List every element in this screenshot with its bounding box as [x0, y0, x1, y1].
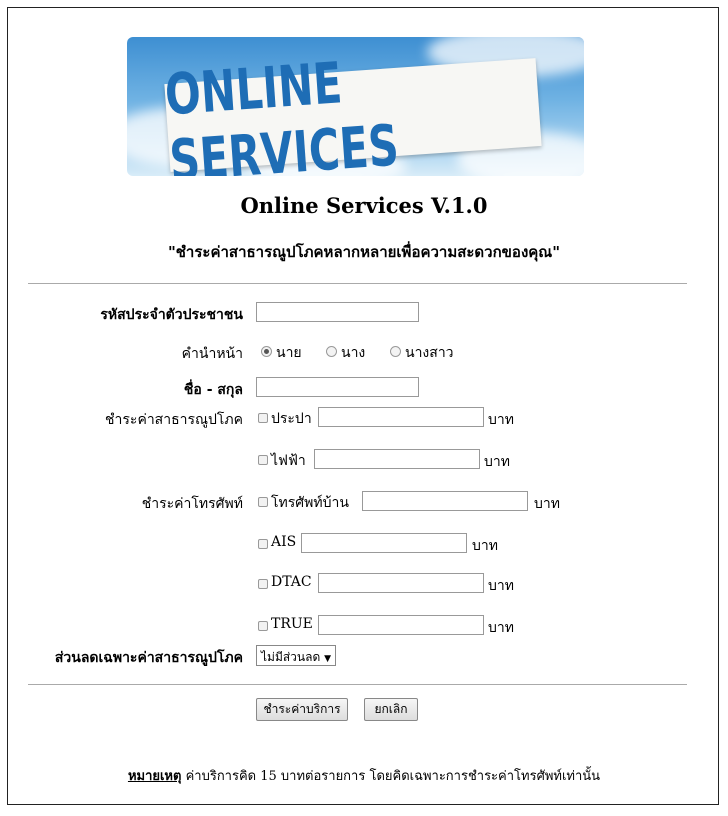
- footnote-text: ค่าบริการคิด 15 บาทต่อรายการ โดยคิดเฉพาะ…: [181, 769, 601, 784]
- banner-sign: ONLINE SERVICES: [163, 50, 542, 176]
- water-checkbox[interactable]: [258, 413, 268, 423]
- true-checkbox[interactable]: [258, 621, 268, 631]
- cancel-button[interactable]: ยกเลิก: [364, 698, 418, 721]
- homephone-input[interactable]: [362, 491, 528, 511]
- true-input[interactable]: [318, 615, 484, 635]
- divider-top: [28, 283, 687, 284]
- electric-checkbox[interactable]: [258, 455, 268, 465]
- water-unit: บาท: [488, 412, 514, 428]
- radio-mr[interactable]: [261, 346, 272, 357]
- id-label: รหัสประจำตัวประชาชน: [100, 307, 243, 323]
- ais-input[interactable]: [301, 533, 467, 553]
- name-input[interactable]: [256, 377, 419, 397]
- discount-select[interactable]: ไม่มีส่วนลด ▼: [256, 645, 337, 666]
- radio-mrs[interactable]: [326, 346, 337, 357]
- id-input[interactable]: [256, 302, 419, 322]
- radio-miss[interactable]: [390, 346, 401, 357]
- electric-input[interactable]: [314, 449, 480, 469]
- true-label: TRUE: [271, 616, 313, 632]
- homephone-label: โทรศัพท์บ้าน: [271, 495, 349, 511]
- ais-unit: บาท: [472, 538, 498, 554]
- homephone-unit: บาท: [534, 496, 560, 512]
- page-title: Online Services V.1.0: [240, 193, 488, 218]
- discount-selected-value: ไม่มีส่วนลด: [261, 650, 321, 664]
- footnote-label: หมายเหตุ: [127, 769, 182, 784]
- dtac-checkbox[interactable]: [258, 579, 268, 589]
- discount-label: ส่วนลดเฉพาะค่าสาธารณูปโภค: [54, 650, 243, 666]
- online-services-banner: ONLINE SERVICES: [127, 37, 584, 176]
- name-label: ชื่อ - สกุล: [183, 382, 243, 398]
- radio-mr-label: นาย: [276, 345, 302, 361]
- water-label: ประปา: [271, 411, 312, 427]
- banner-text: ONLINE SERVICES: [162, 49, 401, 176]
- radio-mrs-label: นาง: [341, 345, 366, 361]
- water-input[interactable]: [318, 407, 484, 427]
- dtac-unit: บาท: [488, 578, 514, 594]
- homephone-checkbox[interactable]: [258, 497, 268, 507]
- dropdown-arrow-icon: ▼: [324, 654, 332, 664]
- dtac-input[interactable]: [318, 573, 484, 593]
- ais-label: AIS: [271, 534, 297, 550]
- divider-bottom: [28, 684, 687, 685]
- utility-label: ชำระค่าสาธารณูปโภค: [105, 412, 243, 428]
- page-slogan: "ชำระค่าสาธารณูปโภคหลากหลายเพื่อความสะดว…: [167, 243, 561, 261]
- phone-label: ชำระค่าโทรศัพท์: [141, 496, 243, 512]
- dtac-label: DTAC: [271, 574, 312, 590]
- radio-miss-label: นางสาว: [405, 345, 454, 361]
- electric-label: ไฟฟ้า: [271, 453, 306, 469]
- true-unit: บาท: [488, 620, 514, 636]
- electric-unit: บาท: [484, 454, 510, 470]
- footnote: หมายเหตุ ค่าบริการคิด 15 บาทต่อรายการ โด…: [0, 765, 728, 786]
- submit-button[interactable]: ชำระค่าบริการ: [256, 698, 348, 721]
- prefix-label: คำนำหน้า: [181, 346, 243, 362]
- ais-checkbox[interactable]: [258, 539, 268, 549]
